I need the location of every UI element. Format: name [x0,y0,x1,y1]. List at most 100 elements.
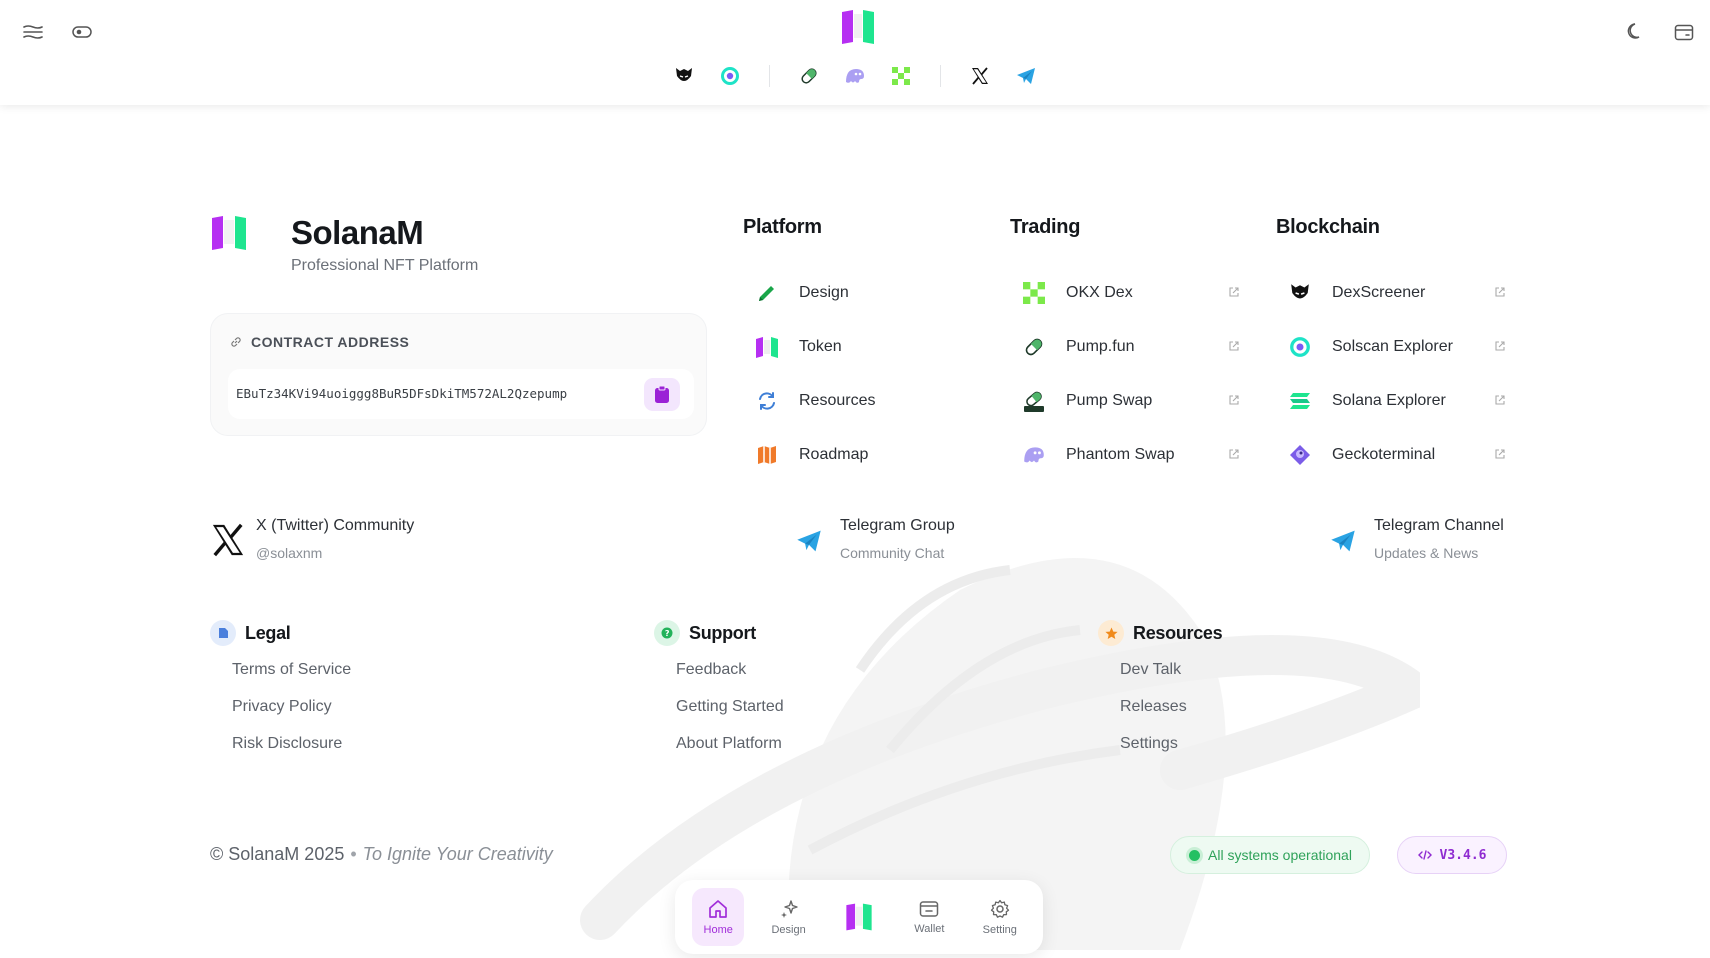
brand-logo [210,214,248,257]
legal-link-privacy[interactable]: Privacy Policy [232,697,351,734]
quick-dexscreener[interactable] [671,63,697,89]
quick-links-divider [769,65,770,87]
external-link-icon [1495,341,1505,351]
community-telegram-group[interactable]: Telegram Group Community Chat [796,517,955,561]
brand-tagline: Professional NFT Platform [291,257,479,274]
blockchain-column: Blockchain DexScreener Solscan Explorer … [1276,216,1506,482]
wallet-button[interactable] [1666,14,1702,50]
nav-home-label: Home [703,923,733,936]
solscan-icon [1290,337,1310,357]
quick-links-bar [0,60,1710,92]
nav-setting[interactable]: Setting [974,888,1026,946]
token-logo-icon [756,337,778,358]
legal-link-risk[interactable]: Risk Disclosure [232,734,351,771]
community-x-handle: @solaxnm [256,545,323,561]
svg-text:?: ? [665,629,670,638]
support-title: Support [689,622,756,643]
quick-solscan[interactable] [717,63,743,89]
legal-link-terms[interactable]: Terms of Service [232,660,351,697]
nav-design[interactable]: Design [763,888,815,946]
menu-button[interactable] [15,14,51,50]
solanam-logo-icon [842,10,874,44]
status-dot-icon [1189,849,1200,861]
platform-item-label: Design [799,284,849,301]
gecko-icon [1290,445,1310,465]
theme-toggle-button[interactable] [64,14,100,50]
platform-item-label: Token [799,338,842,355]
toggle-icon [72,26,92,38]
nav-setting-label: Setting [982,923,1017,936]
contract-address[interactable]: EBuTz34KVi94uoiggg8BuR5DFsDkiTM572AL2Qze… [236,386,567,401]
support-link-about[interactable]: About Platform [676,734,784,771]
resources-link-releases[interactable]: Releases [1120,697,1222,734]
header-logo[interactable] [840,8,876,51]
community-x[interactable]: X (Twitter) Community @solaxnm [210,517,414,561]
blockchain-title: Blockchain [1276,216,1380,238]
platform-item-design[interactable]: Design [743,266,973,320]
pencil-icon [759,286,774,301]
platform-item-roadmap[interactable]: Roadmap [743,428,973,482]
quick-pumpfun[interactable] [796,63,822,89]
dark-mode-button[interactable] [1617,14,1653,50]
external-link-icon [1229,395,1239,405]
telegram-group-title: Telegram Group [840,517,955,534]
nav-wallet[interactable]: Wallet [903,888,955,946]
blockchain-item-solscan[interactable]: Solscan Explorer [1276,320,1506,374]
solanam-logo-icon [212,216,246,250]
legal-group: Legal Terms of Service Privacy Policy Ri… [210,620,351,771]
platform-item-resources[interactable]: Resources [743,374,973,428]
contract-card: CONTRACT ADDRESS EBuTz34KVi94uoiggg8BuR5… [210,313,707,436]
copyright-text: © SolanaM 2025 [210,844,345,864]
home-icon [709,899,728,918]
pumpfun-icon [801,68,817,84]
blockchain-item-gecko[interactable]: Geckoterminal [1276,428,1506,482]
community-x-title: X (Twitter) Community [256,517,415,534]
dexscreener-icon [1291,284,1309,299]
telegram-icon [1017,68,1035,84]
nav-wallet-label: Wallet [914,922,945,935]
okx-icon [892,67,910,85]
version-text: V3.4.6 [1439,847,1487,863]
platform-column: Platform Design Token Resources Roadmap [743,216,973,482]
support-link-getting-started[interactable]: Getting Started [676,697,784,734]
resources-group: Resources Dev Talk Releases Settings [1098,620,1223,771]
contract-label-text: CONTRACT ADDRESS [251,334,410,350]
resources-link-dev-talk[interactable]: Dev Talk [1120,660,1222,697]
quick-telegram[interactable] [1013,63,1039,89]
trading-item-label: Pump.fun [1066,338,1135,355]
resources-link-settings[interactable]: Settings [1120,734,1222,771]
document-icon [210,620,236,646]
telegram-channel-sub: Updates & News [1374,545,1479,561]
status-badge[interactable]: All systems operational [1170,836,1370,874]
trading-item-okx[interactable]: OKX Dex [1010,266,1240,320]
trading-item-phantom[interactable]: Phantom Swap [1010,428,1240,482]
bottom-nav: Home Design Wallet Setting [675,880,1043,954]
nav-logo[interactable] [833,888,885,946]
telegram-group-sub: Community Chat [840,545,945,561]
trading-item-label: OKX Dex [1066,284,1133,301]
trading-item-label: Phantom Swap [1066,446,1175,463]
contract-label: CONTRACT ADDRESS [230,334,409,350]
wallet-icon [920,900,939,917]
phantom-icon [1024,447,1044,463]
platform-item-token[interactable]: Token [743,320,973,374]
quick-okx[interactable] [888,63,914,89]
copy-address-button[interactable] [644,378,680,411]
refresh-icon [759,392,775,410]
blockchain-item-dexscreener[interactable]: DexScreener [1276,266,1506,320]
nav-home[interactable]: Home [692,888,745,946]
quick-phantom[interactable] [842,63,868,89]
blockchain-item-solana[interactable]: Solana Explorer [1276,374,1506,428]
clipboard-icon [655,385,669,403]
pumpswap-icon [1024,391,1044,412]
trading-item-pumpfun[interactable]: Pump.fun [1010,320,1240,374]
support-link-feedback[interactable]: Feedback [676,660,784,697]
trading-item-pumpswap[interactable]: Pump Swap [1010,374,1240,428]
external-link-icon [1229,341,1239,351]
solscan-icon [721,67,739,85]
quick-x[interactable] [967,63,993,89]
community-telegram-channel[interactable]: Telegram Channel Updates & News [1330,517,1504,561]
trading-item-label: Pump Swap [1066,392,1153,409]
version-badge[interactable]: V3.4.6 [1397,836,1507,874]
solanam-logo-icon [846,903,872,931]
